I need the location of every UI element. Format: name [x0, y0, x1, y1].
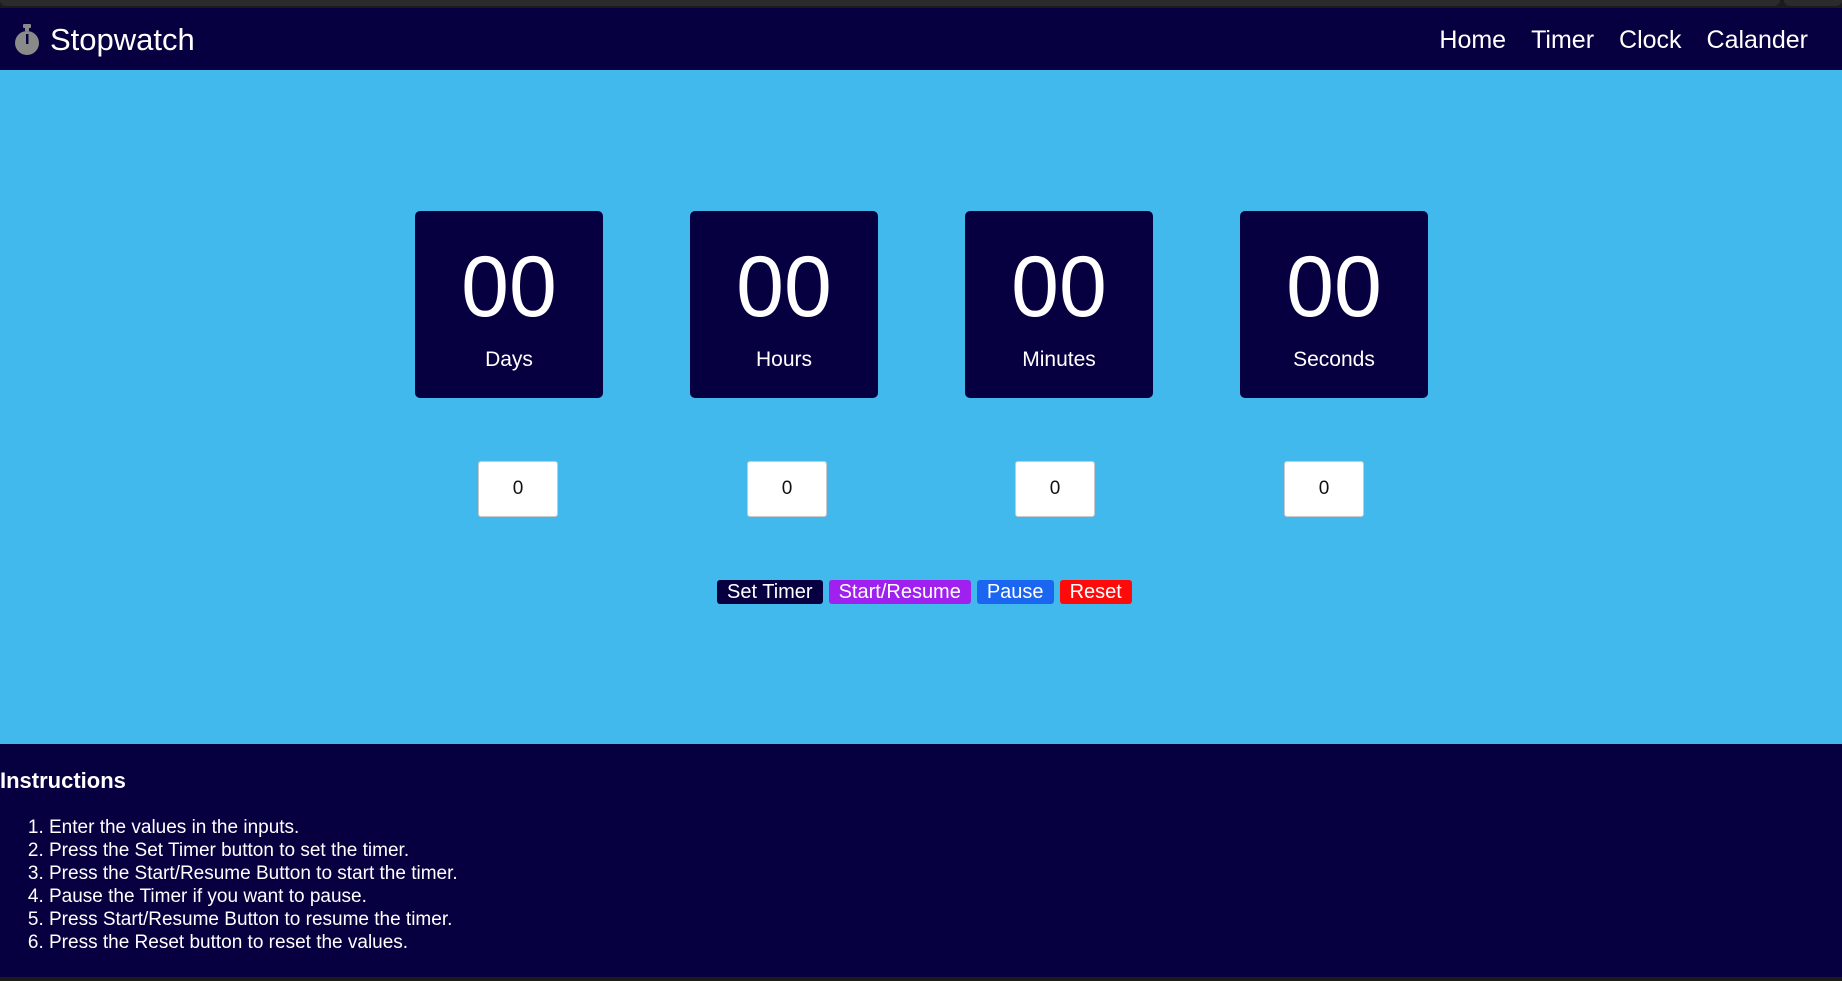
- browser-top-strip: [0, 0, 1842, 8]
- nav-calendar[interactable]: Calander: [1707, 22, 1808, 58]
- set-timer-button[interactable]: Set Timer: [717, 580, 823, 604]
- minutes-card: 00 Minutes: [965, 211, 1153, 398]
- days-input[interactable]: [478, 461, 558, 517]
- minutes-label: Minutes: [1022, 348, 1096, 371]
- minutes-input[interactable]: [1015, 461, 1095, 517]
- nav-links: Home Timer Clock Calander: [1439, 22, 1808, 58]
- instruction-step: Press the Reset button to reset the valu…: [49, 931, 458, 954]
- navbar: Stopwatch Home Timer Clock Calander: [0, 8, 1842, 70]
- instructions-title: Instructions: [0, 768, 126, 793]
- instructions-section: Instructions Enter the values in the inp…: [0, 744, 1842, 981]
- nav-clock[interactable]: Clock: [1619, 22, 1682, 58]
- hours-value: 00: [736, 239, 832, 335]
- instruction-step: Enter the values in the inputs.: [49, 816, 458, 839]
- hours-card: 00 Hours: [690, 211, 878, 398]
- days-value: 00: [461, 239, 557, 335]
- browser-tab-edge: [0, 0, 1780, 6]
- pause-button[interactable]: Pause: [976, 580, 1054, 604]
- seconds-card: 00 Seconds: [1240, 211, 1428, 398]
- days-card: 00 Days: [415, 211, 603, 398]
- instruction-step: Press Start/Resume Button to resume the …: [49, 908, 458, 931]
- instruction-step: Pause the Timer if you want to pause.: [49, 885, 458, 908]
- days-label: Days: [485, 348, 533, 371]
- instruction-step: Press the Set Timer button to set the ti…: [49, 839, 458, 862]
- seconds-label: Seconds: [1293, 348, 1375, 371]
- hours-input[interactable]: [747, 461, 827, 517]
- minutes-value: 00: [1011, 239, 1107, 335]
- bottom-edge: [0, 977, 1842, 981]
- stopwatch-icon: [15, 24, 39, 55]
- start-resume-button[interactable]: Start/Resume: [828, 580, 971, 604]
- browser-tab-edge: [1784, 0, 1842, 6]
- nav-home[interactable]: Home: [1439, 22, 1506, 58]
- seconds-input[interactable]: [1284, 461, 1364, 517]
- brand[interactable]: Stopwatch: [12, 20, 195, 60]
- instructions-list: Enter the values in the inputs. Press th…: [0, 816, 458, 954]
- timer-section: 00 Days 00 Hours 00 Minutes 00 Seconds S…: [0, 70, 1842, 744]
- seconds-value: 00: [1286, 239, 1382, 335]
- hours-label: Hours: [755, 348, 813, 371]
- control-buttons: Set Timer Start/Resume Pause Reset: [717, 580, 1132, 604]
- reset-button[interactable]: Reset: [1059, 580, 1132, 604]
- brand-title: Stopwatch: [50, 22, 195, 57]
- instruction-step: Press the Start/Resume Button to start t…: [49, 862, 458, 885]
- nav-timer[interactable]: Timer: [1531, 22, 1594, 58]
